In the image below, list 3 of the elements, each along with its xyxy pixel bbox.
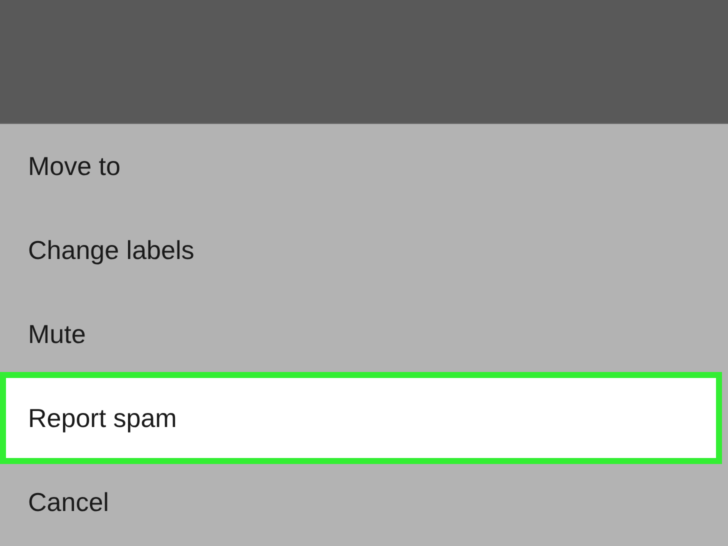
menu-item[interactable]: Change labels [0, 208, 728, 292]
menu-item[interactable]: Report spam [0, 372, 722, 464]
menu-item[interactable]: Move to [0, 124, 728, 208]
